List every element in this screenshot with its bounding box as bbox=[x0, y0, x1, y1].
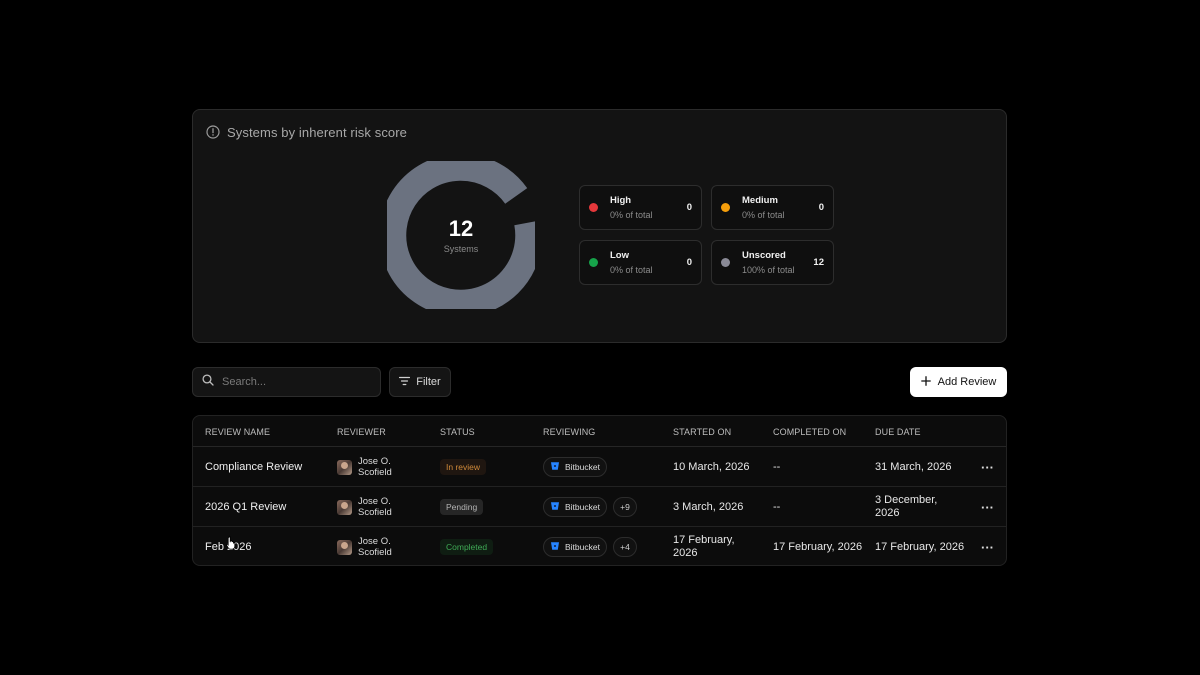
search-icon bbox=[202, 373, 214, 391]
card-title: Systems by inherent risk score bbox=[227, 124, 408, 140]
table-row[interactable]: Compliance Review Jose O. Scofield In re… bbox=[193, 447, 1006, 487]
table-row[interactable]: Feb 2026 Jose O. Scofield Completed Bitb… bbox=[193, 527, 1006, 565]
filter-label: Filter bbox=[416, 376, 441, 388]
reviewer-cell: Jose O. Scofield bbox=[337, 527, 400, 565]
status-badge: Pending bbox=[440, 499, 484, 515]
status-badge: Completed bbox=[440, 539, 494, 555]
legend-percent: 0% of total bbox=[610, 210, 653, 220]
table-header: REVIEW NAME REVIEWER STATUS REVIEWING ST… bbox=[193, 416, 1006, 447]
filter-button[interactable]: Filter bbox=[389, 367, 451, 397]
legend-percent: 0% of total bbox=[742, 210, 785, 220]
legend-percent: 0% of total bbox=[610, 265, 653, 275]
donut-caption: Systems bbox=[443, 243, 479, 254]
due-date: 3 December, 2026 bbox=[875, 494, 938, 519]
reviewing-more-count[interactable]: +9 bbox=[612, 497, 637, 517]
more-actions-icon[interactable]: ··· bbox=[981, 540, 994, 555]
low-dot-icon bbox=[589, 258, 598, 267]
plus-icon bbox=[920, 375, 931, 389]
risk-donut-chart: 12 Systems bbox=[379, 153, 543, 317]
legend-low: Low 0% of total 0 bbox=[579, 240, 702, 285]
status-badge: In review bbox=[440, 459, 487, 475]
add-review-button[interactable]: Add Review bbox=[910, 367, 1007, 397]
started-on: 3 March, 2026 bbox=[673, 500, 744, 513]
reviews-table: REVIEW NAME REVIEWER STATUS REVIEWING ST… bbox=[192, 415, 1007, 566]
col-reviewing[interactable]: REVIEWING bbox=[543, 427, 595, 437]
col-reviewer[interactable]: REVIEWER bbox=[337, 427, 386, 437]
completed-on: 17 February, 2026 bbox=[773, 540, 863, 553]
bitbucket-icon bbox=[550, 541, 560, 553]
alert-circle-icon bbox=[206, 125, 220, 139]
completed-on: -- bbox=[773, 460, 781, 473]
legend-unscored: Unscored 100% of total 12 bbox=[711, 240, 834, 285]
review-name[interactable]: Compliance Review bbox=[205, 461, 302, 473]
reviewing-name: Bitbucket bbox=[565, 502, 600, 512]
hand-pointer-cursor-icon bbox=[226, 535, 238, 555]
risk-score-card: Systems by inherent risk score 12 System… bbox=[192, 109, 1007, 343]
legend-high: High 0% of total 0 bbox=[579, 185, 702, 230]
legend-count: 0 bbox=[686, 257, 692, 268]
page: Systems by inherent risk score 12 System… bbox=[0, 0, 1200, 675]
reviewer-name: Jose O. Scofield bbox=[358, 456, 392, 478]
legend-count: 0 bbox=[818, 202, 824, 213]
legend-count: 12 bbox=[813, 257, 824, 268]
col-review-name[interactable]: REVIEW NAME bbox=[205, 427, 270, 437]
reviewer-name: Jose O. Scofield bbox=[358, 496, 392, 518]
reviewer-cell: Jose O. Scofield bbox=[337, 487, 400, 527]
legend-medium: Medium 0% of total 0 bbox=[711, 185, 834, 230]
legend-count: 0 bbox=[686, 202, 692, 213]
more-actions-icon[interactable]: ··· bbox=[981, 460, 994, 475]
completed-on: -- bbox=[773, 500, 781, 513]
review-name[interactable]: 2026 Q1 Review bbox=[205, 501, 286, 513]
reviewing-chip[interactable]: Bitbucket bbox=[543, 537, 607, 557]
reviewing-chip[interactable]: Bitbucket bbox=[543, 457, 607, 477]
col-status[interactable]: STATUS bbox=[440, 427, 475, 437]
bitbucket-icon bbox=[550, 501, 560, 513]
high-dot-icon bbox=[589, 203, 598, 212]
more-actions-icon[interactable]: ··· bbox=[981, 500, 994, 515]
add-review-label: Add Review bbox=[937, 376, 997, 388]
started-on: 17 February, 2026 bbox=[673, 534, 735, 559]
legend-name: Medium bbox=[742, 195, 778, 206]
legend-percent: 100% of total bbox=[742, 265, 795, 275]
legend-name: Unscored bbox=[742, 250, 786, 261]
bitbucket-icon bbox=[550, 461, 560, 473]
donut-center: 12 Systems bbox=[387, 161, 535, 309]
started-on: 10 March, 2026 bbox=[673, 460, 750, 473]
avatar bbox=[337, 459, 352, 475]
medium-dot-icon bbox=[721, 203, 730, 212]
legend-name: High bbox=[610, 195, 632, 206]
reviewing-name: Bitbucket bbox=[565, 462, 600, 472]
reviewer-cell: Jose O. Scofield bbox=[337, 447, 400, 487]
reviewing-chip[interactable]: Bitbucket bbox=[543, 497, 607, 517]
reviewing-more-count[interactable]: +4 bbox=[612, 537, 637, 557]
table-row[interactable]: 2026 Q1 Review Jose O. Scofield Pending … bbox=[193, 487, 1006, 527]
search-box[interactable] bbox=[192, 367, 381, 397]
card-header: Systems by inherent risk score bbox=[206, 124, 407, 140]
due-date: 31 March, 2026 bbox=[875, 460, 952, 473]
reviewer-name: Jose O. Scofield bbox=[358, 536, 392, 558]
unscored-dot-icon bbox=[721, 258, 730, 267]
col-due-date[interactable]: DUE DATE bbox=[875, 427, 921, 437]
donut-total: 12 bbox=[448, 215, 474, 241]
avatar bbox=[337, 539, 352, 555]
filter-icon bbox=[399, 376, 411, 389]
legend-name: Low bbox=[610, 250, 629, 261]
due-date: 17 February, 2026 bbox=[875, 540, 965, 553]
reviewing-name: Bitbucket bbox=[565, 542, 600, 552]
col-started-on[interactable]: STARTED ON bbox=[673, 427, 731, 437]
col-completed-on[interactable]: COMPLETED ON bbox=[773, 427, 846, 437]
avatar bbox=[337, 499, 352, 515]
search-input[interactable] bbox=[222, 376, 362, 388]
